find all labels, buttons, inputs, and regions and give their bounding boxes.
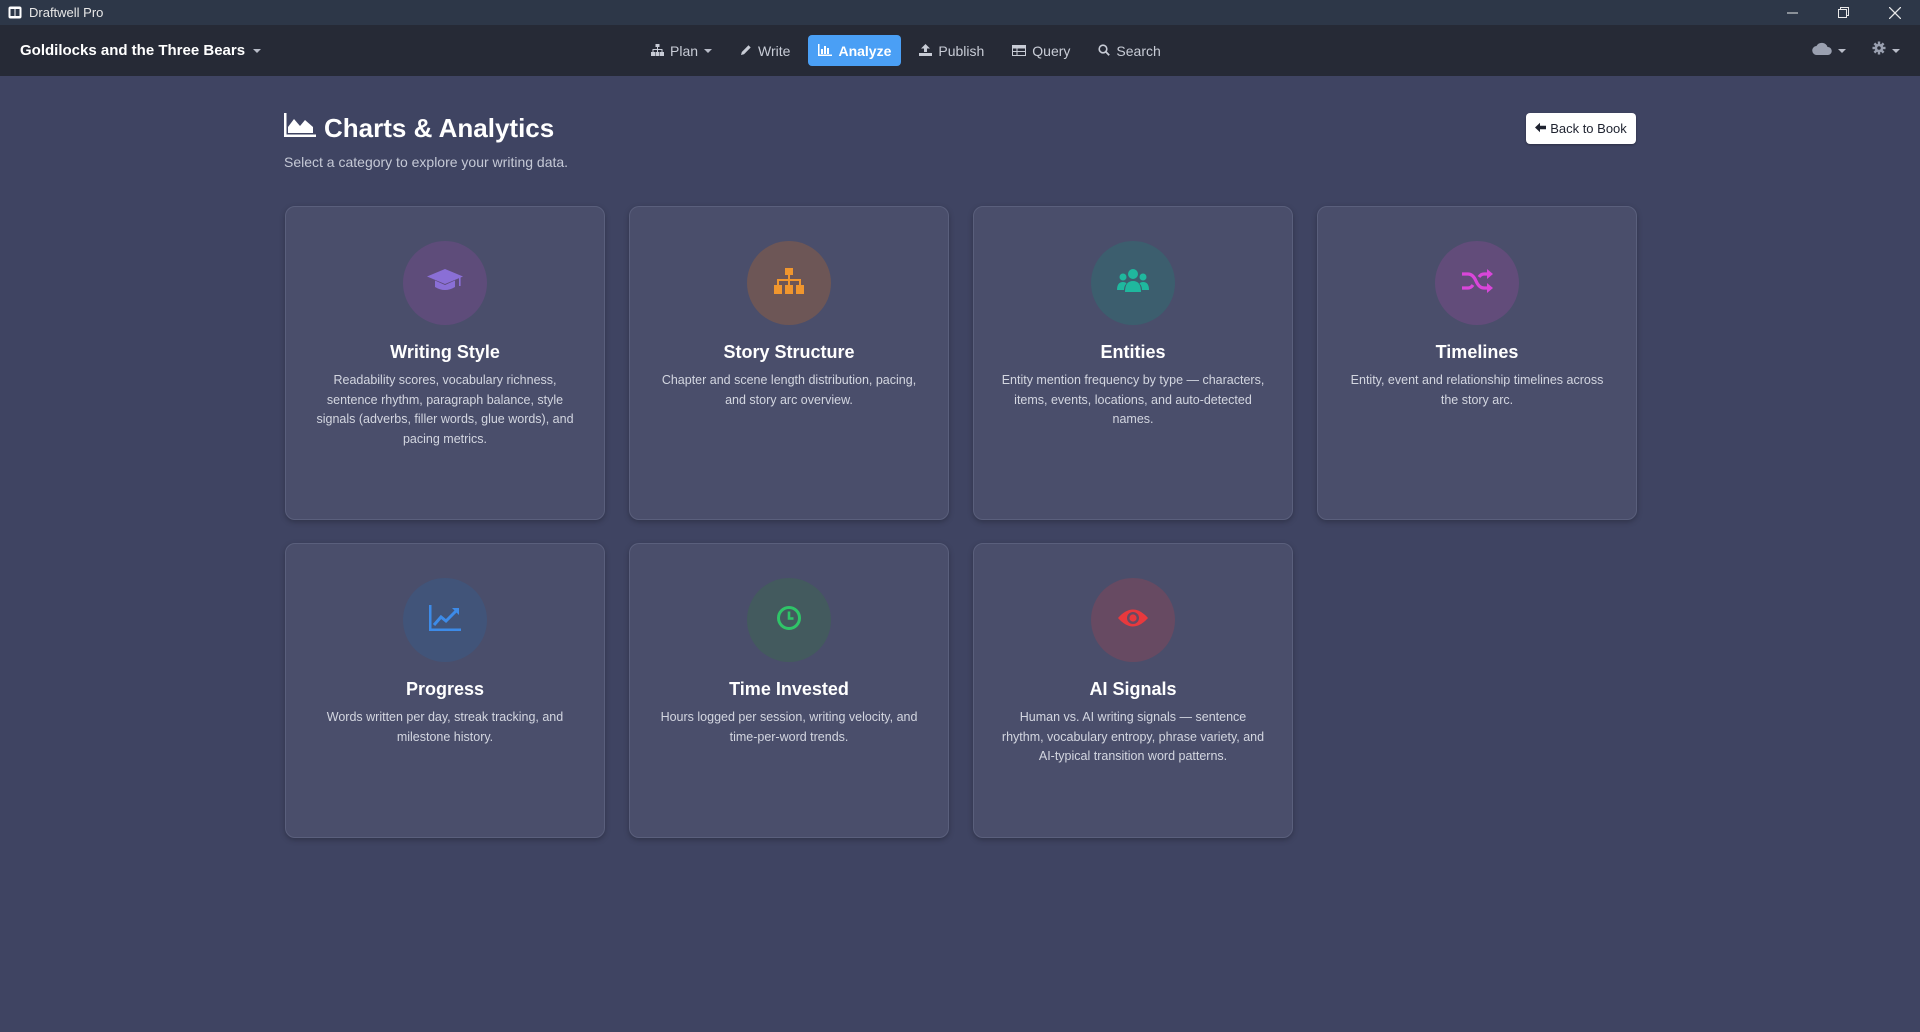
card-timelines[interactable]: Timelines Entity, event and relationship… xyxy=(1317,206,1637,520)
card-icon-circle xyxy=(403,241,487,325)
card-description: Chapter and scene length distribution, p… xyxy=(661,373,917,407)
card-description: Human vs. AI writing signals — sentence … xyxy=(1001,710,1265,763)
table-icon xyxy=(1012,43,1027,59)
card-title: Timelines xyxy=(1435,342,1519,362)
card-description: Entity mention frequency by type — chara… xyxy=(1001,373,1265,426)
restore-button[interactable] xyxy=(1818,0,1869,25)
card-icon-circle xyxy=(1435,241,1519,325)
page-header: Charts & Analytics Select a category to … xyxy=(284,113,568,170)
chevron-down-icon xyxy=(704,48,713,53)
card-title: AI Signals xyxy=(1089,679,1177,699)
close-button[interactable] xyxy=(1869,0,1920,25)
card-icon-circle xyxy=(747,578,831,662)
nav-publish-label: Publish xyxy=(938,42,985,59)
cloud-icon xyxy=(1812,42,1832,60)
nav-search-label: Search xyxy=(1116,42,1161,59)
graduation-cap-icon xyxy=(426,268,464,299)
eye-icon xyxy=(1117,607,1149,634)
chevron-down-icon xyxy=(1892,48,1900,53)
card-title: Story Structure xyxy=(723,342,855,362)
cloud-sync-menu[interactable] xyxy=(1812,42,1846,60)
sitemap-icon xyxy=(774,267,804,299)
chevron-down-icon xyxy=(1838,48,1846,53)
area-chart-icon xyxy=(284,113,316,144)
card-entities[interactable]: Entities Entity mention frequency by typ… xyxy=(973,206,1293,520)
card-description: Readability scores, vocabulary richness,… xyxy=(316,373,574,446)
upload-icon xyxy=(919,43,933,59)
nav-plan-label: Plan xyxy=(670,42,699,59)
app-title: Draftwell Pro xyxy=(29,5,104,20)
nav-analyze[interactable]: Analyze xyxy=(808,35,902,66)
card-description: Hours logged per session, writing veloci… xyxy=(660,710,918,744)
nav-analyze-label: Analyze xyxy=(838,42,892,59)
card-ai-signals[interactable]: AI Signals Human vs. AI writing signals … xyxy=(973,543,1293,838)
book-selector[interactable]: Goldilocks and the Three Bears xyxy=(20,25,262,76)
back-to-book-label: Back to Book xyxy=(1550,121,1627,136)
nav-query[interactable]: Query xyxy=(1002,35,1080,66)
shuffle-icon xyxy=(1461,268,1493,299)
card-icon-circle xyxy=(1091,241,1175,325)
sitemap-icon xyxy=(651,43,664,59)
window-titlebar: Draftwell Pro xyxy=(0,0,1920,25)
clock-icon xyxy=(776,605,802,636)
gear-icon xyxy=(1872,41,1886,60)
back-to-book-button[interactable]: Back to Book xyxy=(1526,113,1636,144)
nav-write[interactable]: Write xyxy=(730,35,800,66)
minimize-button[interactable] xyxy=(1767,0,1818,25)
line-chart-icon xyxy=(429,604,461,636)
nav-menu: Plan Write Analyze Publish Query Search xyxy=(641,25,1171,76)
users-icon xyxy=(1117,268,1149,299)
nav-search[interactable]: Search xyxy=(1088,35,1170,66)
main-navbar: Goldilocks and the Three Bears Plan Writ… xyxy=(0,25,1920,76)
card-title: Writing Style xyxy=(390,342,500,362)
app-logo-icon xyxy=(8,6,22,20)
search-icon xyxy=(1098,43,1111,59)
settings-menu[interactable] xyxy=(1872,41,1900,60)
card-description: Words written per day, streak tracking, … xyxy=(326,710,564,744)
nav-write-label: Write xyxy=(758,42,791,59)
page-title-text: Charts & Analytics xyxy=(324,113,555,143)
card-writing-style[interactable]: Writing Style Readability scores, vocabu… xyxy=(285,206,605,520)
card-title: Time Invested xyxy=(729,679,849,699)
card-description: Entity, event and relationship timelines… xyxy=(1350,373,1604,407)
card-progress[interactable]: Progress Words written per day, streak t… xyxy=(285,543,605,838)
page-title: Charts & Analytics xyxy=(284,113,568,144)
page-subtitle: Select a category to explore your writin… xyxy=(284,154,569,170)
nav-query-label: Query xyxy=(1032,42,1071,59)
nav-plan[interactable]: Plan xyxy=(641,35,722,66)
card-icon-circle xyxy=(747,241,831,325)
card-story-structure[interactable]: Story Structure Chapter and scene length… xyxy=(629,206,949,520)
pencil-icon xyxy=(740,43,752,59)
card-title: Progress xyxy=(405,679,485,699)
book-title: Goldilocks and the Three Bears xyxy=(20,42,246,59)
nav-publish[interactable]: Publish xyxy=(909,35,994,66)
arrow-left-icon xyxy=(1535,121,1547,136)
card-icon-circle xyxy=(403,578,487,662)
card-title: Entities xyxy=(1100,342,1166,362)
card-time-invested[interactable]: Time Invested Hours logged per session, … xyxy=(629,543,949,838)
chevron-down-icon xyxy=(253,48,262,53)
card-icon-circle xyxy=(1091,578,1175,662)
bar-chart-icon xyxy=(818,43,833,59)
nav-right-tools xyxy=(1812,25,1900,76)
